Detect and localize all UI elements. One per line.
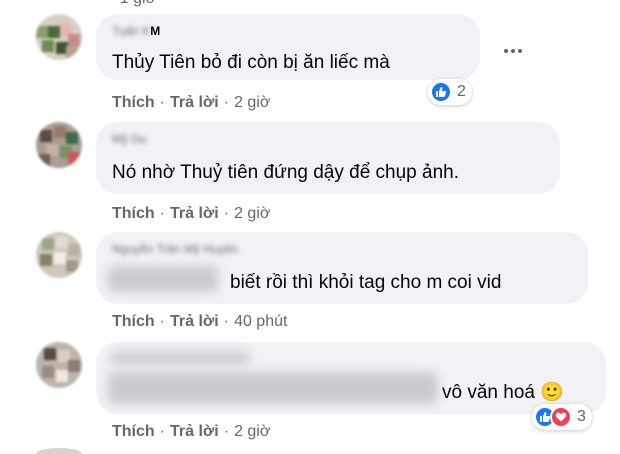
next-comment-avatar[interactable]: [36, 448, 82, 454]
avatar[interactable]: [36, 14, 82, 60]
comment-actions: Thích · Trả lời · 2 giờ: [112, 205, 271, 222]
reaction-count: 2: [457, 83, 466, 100]
author-name[interactable]: Tuấn KM: [112, 24, 160, 38]
comment-time[interactable]: 2 giờ: [234, 94, 270, 111]
reaction-summary[interactable]: 3: [532, 404, 592, 430]
comment-actions: Thích · Trả lời · 2 giờ: [112, 423, 271, 440]
comment-time[interactable]: 2 giờ: [234, 205, 270, 222]
reaction-count: 3: [577, 408, 586, 425]
more-options-button[interactable]: [500, 40, 526, 62]
comment-text: biết rồi thì khỏi tag cho m coi vid: [230, 272, 502, 293]
comment-time[interactable]: 40 phút: [234, 313, 287, 330]
smile-emoji-icon: 🙂: [540, 382, 564, 403]
comment-bubble: vô văn hoá 🙂: [96, 342, 606, 414]
comment-actions: Thích · Trả lời · 2 giờ: [112, 94, 271, 111]
comment-text: Thủy Tiên bỏ đi còn bị ăn liếc mà: [112, 52, 390, 73]
author-name[interactable]: Nguyễn Trần Mỹ Huyền: [112, 242, 238, 256]
reply-button[interactable]: Trả lời: [170, 313, 219, 330]
comment-bubble: Nguyễn Trần Mỹ Huyền biết rồi thì khỏi t…: [96, 232, 588, 304]
censored-text-block: [108, 266, 218, 292]
love-reaction-icon: [550, 406, 572, 428]
previous-comment-meta: · 1 giờ: [110, 0, 156, 8]
reply-button[interactable]: Trả lời: [170, 94, 219, 111]
comment-feed: · 1 giờ Tuấn KM Thủy Tiên bỏ đi còn bị ă…: [0, 0, 620, 454]
censored-author-name: [110, 352, 250, 364]
comment-actions: Thích · Trả lời · 40 phút: [112, 313, 288, 330]
reply-button[interactable]: Trả lời: [170, 205, 219, 222]
like-button[interactable]: Thích: [112, 313, 155, 330]
avatar[interactable]: [36, 342, 82, 388]
comment-bubble: Mỹ Du Nó nhờ Thuỷ tiên đứng dậy để chụp …: [96, 122, 560, 194]
reaction-summary[interactable]: 2: [428, 79, 472, 105]
comment-bubble: Tuấn KM Thủy Tiên bỏ đi còn bị ăn liếc m…: [96, 14, 480, 80]
censored-text-block: [108, 372, 438, 404]
avatar[interactable]: [36, 232, 82, 278]
author-name[interactable]: Mỹ Du: [112, 132, 147, 146]
like-button[interactable]: Thích: [112, 205, 155, 222]
like-button[interactable]: Thích: [112, 94, 155, 111]
like-button[interactable]: Thích: [112, 423, 155, 440]
reply-button[interactable]: Trả lời: [170, 423, 219, 440]
author-name-visible-part: M: [150, 24, 161, 38]
like-reaction-icon: [430, 81, 452, 103]
comment-time[interactable]: 2 giờ: [234, 423, 270, 440]
avatar[interactable]: [36, 122, 82, 168]
comment-text: Nó nhờ Thuỷ tiên đứng dậy để chụp ảnh.: [112, 162, 460, 183]
comment-text: vô văn hoá 🙂: [442, 382, 564, 403]
